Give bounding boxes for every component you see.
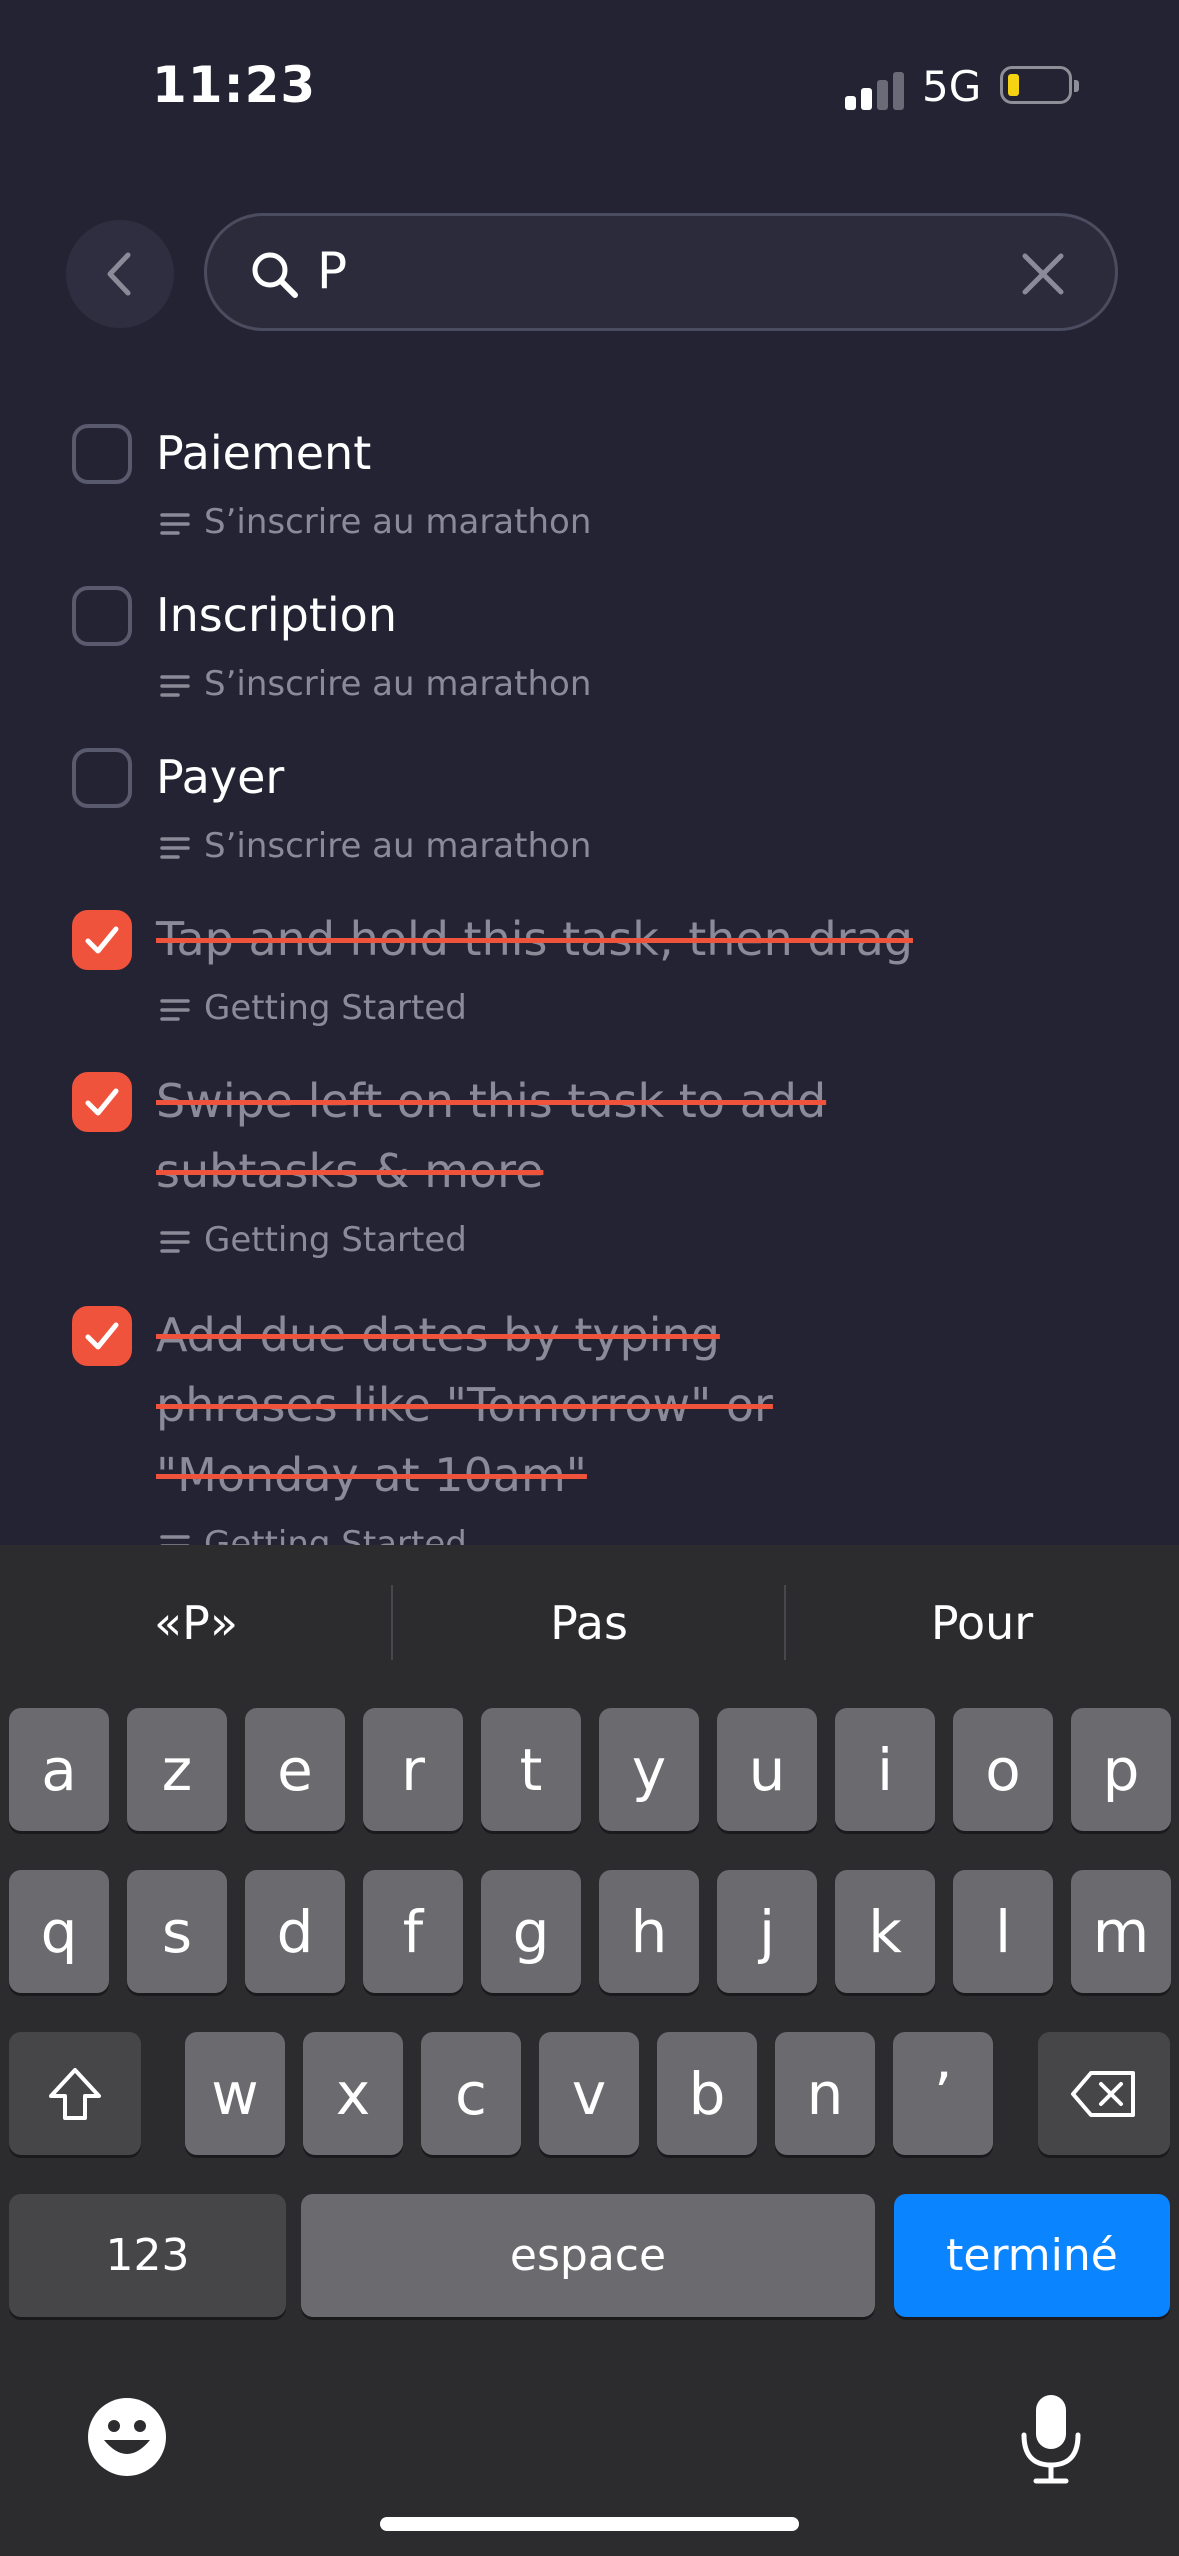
home-indicator [380,2517,799,2531]
task-title: Tap and hold this task, then drag [156,912,913,966]
network-type: 5G [922,62,982,111]
key-r[interactable]: r [363,1708,463,1831]
task-project-label: Getting Started [204,988,467,1028]
task-project: S’inscrire au marathon [160,826,591,866]
numbers-key[interactable]: 123 [9,2194,286,2317]
key-n[interactable]: n [775,2032,875,2155]
task-project: Getting Started [160,988,467,1028]
task-project: S’inscrire au marathon [160,664,591,704]
task-title: Swipe left on this task to add subtasks … [156,1074,827,1198]
key-a[interactable]: a [9,1708,109,1831]
task-project-label: Getting Started [204,1220,467,1260]
backspace-icon [1071,2070,1135,2117]
key-c[interactable]: c [421,2032,521,2155]
task-checkbox[interactable] [72,748,132,808]
task-project: Getting Started [160,1524,467,1545]
key-x[interactable]: x [303,2032,403,2155]
cellular-signal-icon [845,70,905,110]
close-icon[interactable] [1021,252,1065,296]
delete-key[interactable] [1038,2032,1170,2155]
list-lines-icon [160,512,190,535]
list-lines-icon [160,1230,190,1253]
key-v[interactable]: v [539,2032,639,2155]
task-checkbox-checked[interactable] [72,910,132,970]
chevron-left-icon [107,252,131,296]
checkmark-icon [85,1322,119,1350]
battery-icon [1000,66,1079,104]
key-m[interactable]: m [1071,1870,1171,1993]
list-lines-icon [160,1534,190,1545]
key-k[interactable]: k [835,1870,935,1993]
keyboard: «P» Pas Pour a z e r t y u i o p q s d f… [0,1545,1179,2556]
suggestion-2[interactable]: Pas [393,1545,785,1700]
search-input[interactable]: P [204,213,1118,331]
checkmark-icon [85,1088,119,1116]
suggestion-1[interactable]: «P» [0,1545,392,1700]
task-project: Getting Started [160,1220,467,1260]
key-i[interactable]: i [835,1708,935,1831]
shift-arrow-icon [49,2067,101,2120]
key-d[interactable]: d [245,1870,345,1993]
key-j[interactable]: j [717,1870,817,1993]
checkmark-icon [85,926,119,954]
list-lines-icon [160,836,190,859]
task-checkbox[interactable] [72,586,132,646]
key-y[interactable]: y [599,1708,699,1831]
task-checkbox[interactable] [72,424,132,484]
key-l[interactable]: l [953,1870,1053,1993]
key-f[interactable]: f [363,1870,463,1993]
key-s[interactable]: s [127,1870,227,1993]
task-title: Paiement [156,426,372,480]
key-h[interactable]: h [599,1870,699,1993]
key-q[interactable]: q [9,1870,109,1993]
search-query: P [317,242,348,300]
task-project-label: Getting Started [204,1524,467,1545]
task-title: Payer [156,750,285,804]
task-project: S’inscrire au marathon [160,502,591,542]
emoji-icon[interactable] [86,2396,168,2478]
search-icon [252,252,298,298]
list-lines-icon [160,674,190,697]
key-apostrophe[interactable]: ’ [893,2032,993,2155]
key-t[interactable]: t [481,1708,581,1831]
key-p[interactable]: p [1071,1708,1171,1831]
back-button[interactable] [66,220,174,328]
task-checkbox-checked[interactable] [72,1072,132,1132]
key-z[interactable]: z [127,1708,227,1831]
task-project-label: S’inscrire au marathon [204,826,592,866]
task-checkbox-checked[interactable] [72,1306,132,1366]
status-bar: 11:23 5G [0,0,1179,170]
task-title: Inscription [156,588,397,642]
key-g[interactable]: g [481,1870,581,1993]
task-project-label: S’inscrire au marathon [204,664,592,704]
suggestion-3[interactable]: Pour [786,1545,1178,1700]
microphone-icon[interactable] [1016,2391,1086,2487]
task-title: Add due dates by typing phrases like "To… [156,1308,773,1502]
key-b[interactable]: b [657,2032,757,2155]
task-project-label: S’inscrire au marathon [204,502,592,542]
shift-key[interactable] [9,2032,141,2155]
key-e[interactable]: e [245,1708,345,1831]
task-list[interactable]: Paiement S’inscrire au marathon Inscript… [0,400,1179,1545]
status-time: 11:23 [152,56,317,114]
done-key[interactable]: terminé [894,2194,1170,2317]
key-o[interactable]: o [953,1708,1053,1831]
key-w[interactable]: w [185,2032,285,2155]
space-key[interactable]: espace [301,2194,875,2317]
key-u[interactable]: u [717,1708,817,1831]
list-lines-icon [160,998,190,1021]
